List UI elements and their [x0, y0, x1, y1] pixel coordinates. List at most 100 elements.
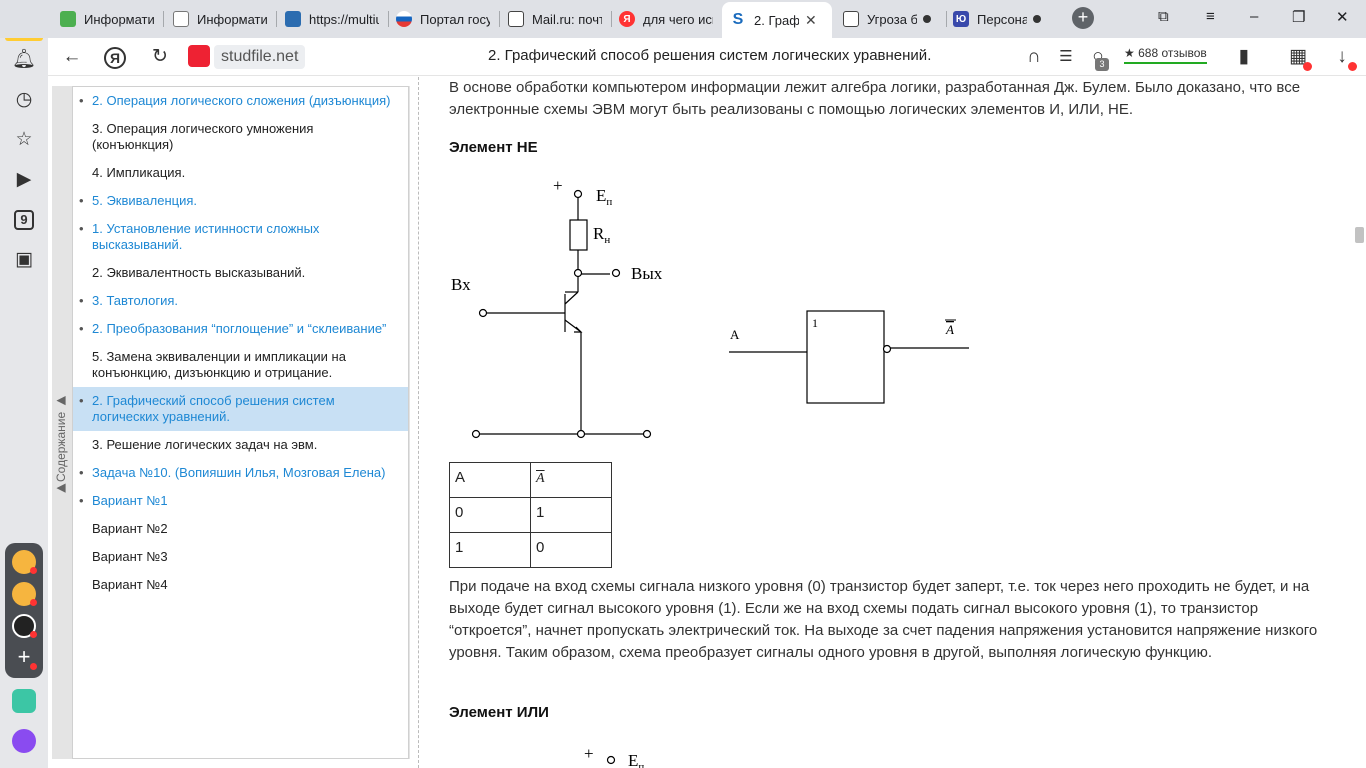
page-content: ▶Содержание ▶ 2. Операция логического сл… — [48, 77, 1366, 768]
calendar-icon[interactable]: 9 — [12, 208, 36, 232]
ko-icon: Ю — [953, 11, 969, 27]
yandex-logo-icon[interactable]: Я — [104, 47, 126, 69]
toc-item[interactable]: 1. Установление истинности сложных выска… — [73, 215, 408, 259]
reload-icon[interactable]: ↻ — [148, 46, 172, 68]
counter-badge: 3 — [1095, 58, 1109, 71]
toc-item: 5. Замена эквиваленции и импликации на к… — [92, 349, 346, 380]
plus-label: + — [553, 176, 563, 195]
page-icon — [843, 11, 859, 27]
close-tab-icon[interactable]: ✕ — [805, 12, 817, 29]
article: В основе обработки компьютером информаци… — [449, 77, 1329, 156]
table-row: 1 0 — [449, 532, 612, 568]
table-cell: 0 — [449, 497, 531, 533]
reader-icon[interactable]: ☰ — [1054, 46, 1078, 68]
toc-list: 2. Операция логического сложения (дизъюн… — [72, 86, 409, 759]
gate-symbol-label: 1 — [812, 316, 818, 330]
toc-item[interactable]: 2. Графический способ решения систем лог… — [73, 387, 408, 431]
intro-paragraph: В основе обработки компьютером информаци… — [449, 79, 1301, 118]
divider — [418, 77, 419, 768]
toc-item: Вариант №3 — [92, 549, 168, 564]
output-label: Вых — [631, 264, 663, 283]
tab-strip: Информатика Информатика https://multiuro… — [0, 0, 1366, 38]
or-plus-label: + — [584, 744, 594, 763]
studfile-icon: S — [732, 11, 744, 28]
gate-input-label: A — [730, 327, 740, 342]
menu-icon[interactable]: ≡ — [1206, 8, 1215, 25]
star-icon[interactable]: ☆ — [12, 128, 36, 152]
tab-5[interactable]: Mail.ru: почта — [508, 5, 608, 33]
article-lower: При подаче на вход схемы сигнала низкого… — [449, 576, 1329, 721]
bookmark-icon[interactable]: ▮ — [1232, 46, 1256, 68]
toc-toggle[interactable]: ▶Содержание ▶ — [54, 376, 70, 496]
truth-table: A A 0 1 1 0 — [449, 462, 612, 568]
restore-icon[interactable]: ❐ — [1292, 8, 1305, 26]
explanation-paragraph: При подаче на вход схемы сигнала низкого… — [449, 578, 1318, 661]
tab-4[interactable]: Портал госуслуг — [396, 5, 496, 33]
toc-item[interactable]: Задача №10. (Вопияшин Илья, Мозговая Еле… — [73, 459, 408, 487]
toc-item: 4. Импликация. — [92, 165, 186, 180]
yandex-icon: Я — [619, 11, 635, 27]
browser-sidebar: Войти 🔔︎ ◷ ☆ ▶︎ 9 ▣ + — [0, 0, 48, 768]
toc-panel: ▶Содержание ▶ 2. Операция логического сл… — [52, 86, 410, 759]
reviews-button[interactable]: ★ 688 отзывов — [1124, 46, 1207, 64]
tabs-manager-icon[interactable]: ⧉ — [1158, 8, 1169, 25]
toc-item[interactable]: 2. Операция логического сложения (дизъюн… — [73, 87, 408, 115]
gosuslugi-icon — [396, 11, 412, 27]
address-bar: ← Я ↻ studfile.net 2. Графический способ… — [48, 38, 1366, 76]
table-cell: 1 — [449, 532, 531, 568]
table-header-row: A A — [449, 462, 612, 498]
supply-label: Eп — [596, 186, 612, 208]
camera-icon[interactable]: ▣ — [12, 248, 36, 272]
tab-1[interactable]: Информатика — [60, 5, 160, 33]
tab-6[interactable]: Я для чего используется — [619, 5, 719, 33]
page-scrollbar[interactable] — [1351, 77, 1366, 768]
toc-item: 2. Эквивалентность высказываний. — [92, 265, 306, 280]
minimize-icon[interactable]: – — [1250, 8, 1258, 25]
heading-not: Элемент НЕ — [449, 139, 538, 156]
book-open-icon — [285, 11, 301, 27]
or-supply-label: Eп — [628, 751, 644, 768]
headphones-icon[interactable]: ∩ — [1022, 46, 1046, 68]
table-header-cell: A — [530, 462, 612, 498]
toc-item: 3. Решение логических задач на эвм. — [92, 437, 318, 452]
toc-item[interactable]: 2. Преобразования “поглощение” и “склеив… — [73, 315, 408, 343]
table-cell: 1 — [530, 497, 612, 533]
close-window-icon[interactable]: ✕ — [1336, 8, 1349, 26]
alice-icon[interactable] — [12, 729, 36, 753]
toc-item: 3. Операция логического умножения (конъю… — [92, 121, 314, 152]
tab-active[interactable]: S 2. Графический ✕ — [722, 2, 832, 38]
scrollbar-thumb[interactable] — [1355, 227, 1364, 243]
doc-icon — [173, 11, 189, 27]
tab-2[interactable]: Информатика — [173, 5, 273, 33]
toc-item[interactable]: 5. Эквиваленция. — [73, 187, 408, 215]
tab-8[interactable]: Угроза блокировки — [843, 5, 943, 33]
send-app-icon[interactable] — [12, 689, 36, 713]
history-icon[interactable]: ◷ — [12, 88, 36, 112]
play-icon[interactable]: ▶︎ — [12, 168, 36, 192]
or-circuit-diagram: + Eп — [584, 744, 644, 768]
input-label: Вх — [451, 275, 471, 294]
page-icon — [508, 11, 524, 27]
unread-dot-icon — [1033, 15, 1041, 23]
toc-item[interactable]: 3. Тавтология. — [73, 287, 408, 315]
domain-chip[interactable]: studfile.net — [214, 45, 306, 69]
new-tab-button[interactable]: + — [1072, 7, 1094, 29]
heading-or: Элемент ИЛИ — [449, 704, 549, 721]
page-title[interactable]: 2. Графический способ решения систем лог… — [488, 47, 931, 64]
toc-item: Вариант №4 — [92, 577, 168, 592]
table-cell: 0 — [530, 532, 612, 568]
tab-9[interactable]: Ю Персональный — [953, 5, 1053, 33]
table-header-cell: A — [449, 462, 531, 498]
unread-dot-icon — [923, 15, 931, 23]
not-circuit-diagram: + Eп Rн Вх Вых A 1 A — [451, 176, 969, 439]
app-group: + — [5, 543, 43, 678]
back-icon[interactable]: ← — [60, 46, 84, 68]
gate-output-label: A — [945, 322, 954, 337]
bell-icon[interactable]: 🔔︎ — [12, 48, 36, 72]
resistor-label: Rн — [593, 224, 610, 246]
book-icon — [60, 11, 76, 27]
toc-item: Вариант №2 — [92, 521, 168, 536]
toc-item[interactable]: Вариант №1 — [73, 487, 408, 515]
site-badge-icon[interactable] — [188, 45, 210, 67]
tab-3[interactable]: https://multiurok — [285, 5, 385, 33]
